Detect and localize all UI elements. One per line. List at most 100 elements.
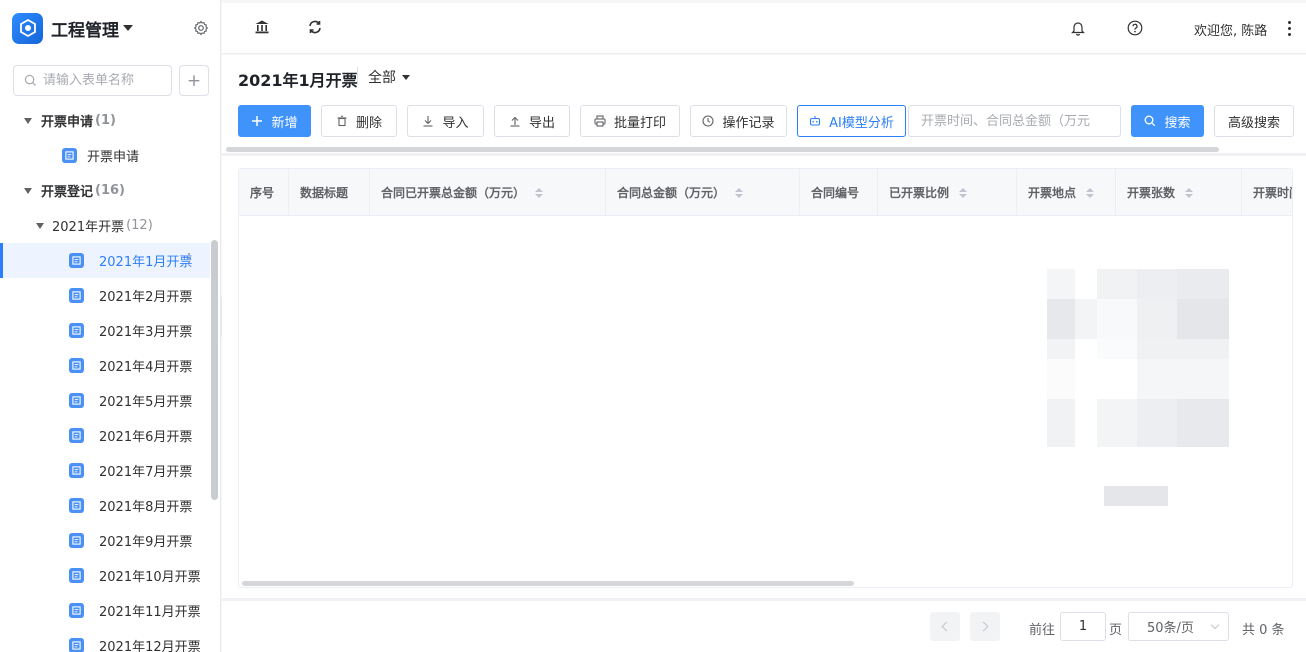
bank-icon[interactable] [254, 19, 270, 35]
tree-group-register[interactable]: 开票登记 (16) [0, 173, 210, 208]
sidebar-item-month[interactable]: 2021年5月开票 [0, 383, 210, 418]
operation-log-button[interactable]: 操作记录 [690, 105, 787, 137]
plus-icon [252, 116, 263, 126]
form-search [13, 65, 172, 96]
tree-subgroup-2021[interactable]: 2021年开票 (12) [0, 208, 210, 243]
column-label: 开票时间 [1253, 186, 1292, 200]
ai-analysis-button[interactable]: AI模型分析 [797, 105, 906, 137]
sort-icon[interactable] [1086, 187, 1095, 198]
view-select[interactable]: 全部 [368, 67, 410, 87]
sidebar-item-label: 2021年9月开票 [99, 535, 193, 550]
column-label: 合同已开票总金额（万元） [381, 186, 526, 200]
column-label: 开票张数 [1127, 186, 1176, 200]
sidebar-item-label: 2021年2月开票 [99, 290, 193, 305]
help-icon[interactable] [1127, 20, 1143, 36]
column-label: 开票地点 [1028, 186, 1077, 200]
import-button-label: 导入 [442, 115, 469, 131]
new-button[interactable]: 新增 [238, 105, 311, 137]
sidebar-item-month[interactable]: 2021年9月开票 [0, 523, 210, 558]
sidebar-item-month[interactable]: 2021年12月开票 [0, 628, 210, 652]
delete-button[interactable]: 删除 [321, 105, 397, 137]
more-vertical-icon[interactable] [188, 253, 190, 263]
column-label: 数据标题 [300, 186, 349, 200]
column-header[interactable]: 合同已开票总金额（万元） [370, 169, 606, 216]
new-button-label: 新增 [271, 115, 298, 131]
advanced-search-button[interactable]: 高级搜索 [1214, 105, 1294, 137]
clock-icon [702, 115, 715, 127]
advanced-search-button-label: 高级搜索 [1227, 115, 1280, 131]
form-search-input[interactable] [43, 73, 163, 88]
form-icon [69, 288, 84, 303]
page-size-select[interactable]: 50条/页 [1128, 612, 1229, 641]
column-label: 已开票比例 [889, 186, 950, 200]
app-logo-icon [12, 12, 43, 44]
sidebar-item-label: 2021年10月开票 [99, 570, 201, 585]
sidebar-item-month[interactable]: 2021年8月开票 [0, 488, 210, 523]
column-label: 合同总金额（万元） [617, 186, 726, 200]
toolbar-scrollbar[interactable] [226, 147, 1219, 152]
sidebar-item-month[interactable]: 2021年3月开票 [0, 313, 210, 348]
form-icon [69, 358, 84, 373]
column-header[interactable]: 开票张数 [1116, 169, 1242, 216]
welcome-user[interactable]: 欢迎您, 陈路 [1194, 20, 1267, 39]
add-form-button[interactable]: + [179, 65, 209, 96]
page-number-input[interactable] [1060, 612, 1106, 641]
sidebar-item-month[interactable]: 2021年2月开票 [0, 278, 210, 313]
empty-state-placeholder [1104, 486, 1168, 506]
view-select-value: 全部 [368, 70, 396, 86]
export-button[interactable]: 导出 [494, 105, 570, 137]
keyword-search-input[interactable] [908, 105, 1121, 137]
search-icon [1145, 115, 1156, 127]
sidebar-item-month[interactable]: 2021年10月开票 [0, 558, 210, 593]
column-header[interactable]: 数据标题 [289, 169, 370, 216]
gear-icon[interactable] [193, 20, 209, 36]
column-header[interactable]: 合同总金额（万元） [606, 169, 800, 216]
column-header[interactable]: 开票时间 [1242, 169, 1292, 216]
sort-icon[interactable] [735, 187, 744, 198]
tree-subgroup-count: (12) [126, 218, 153, 233]
app-switcher[interactable]: 工程管理 [12, 12, 133, 44]
prev-page-button[interactable] [930, 612, 960, 641]
sidebar-item-label: 2021年3月开票 [99, 325, 193, 340]
sort-icon[interactable] [535, 187, 544, 198]
divider [222, 598, 1306, 601]
sidebar-item-label: 2021年12月开票 [99, 640, 201, 652]
sidebar-item-month[interactable]: 2021年6月开票 [0, 418, 210, 453]
sidebar-item-month[interactable]: 2021年1月开票 [0, 243, 210, 278]
tree-group-apply[interactable]: 开票申请 (1) [0, 103, 210, 138]
sidebar-item-month[interactable]: 2021年7月开票 [0, 453, 210, 488]
column-header[interactable]: 开票地点 [1017, 169, 1116, 216]
robot-icon [810, 116, 821, 126]
export-button-label: 导出 [528, 115, 555, 131]
import-button[interactable]: 导入 [407, 105, 484, 137]
bell-icon[interactable] [1070, 20, 1086, 36]
form-icon [69, 323, 84, 338]
table-scrollbar[interactable] [242, 581, 854, 586]
form-icon [69, 603, 84, 618]
form-icon [69, 568, 84, 583]
tree-group-count: (16) [95, 183, 125, 198]
column-header[interactable]: 已开票比例 [878, 169, 1017, 216]
search-icon [24, 74, 37, 87]
tree-item-apply[interactable]: 开票申请 [0, 138, 210, 173]
refresh-icon[interactable] [307, 19, 323, 35]
next-page-button[interactable] [970, 612, 1000, 641]
title-divider [357, 67, 358, 85]
sidebar-item-label: 2021年1月开票 [99, 255, 193, 270]
column-header[interactable]: 序号 [239, 169, 289, 216]
divider [222, 153, 1306, 156]
caret-down-icon [402, 74, 410, 80]
more-vertical-icon[interactable] [1288, 21, 1291, 36]
sidebar-scrollbar[interactable] [211, 240, 218, 500]
sort-icon[interactable] [1185, 187, 1194, 198]
batch-print-button[interactable]: 批量打印 [580, 105, 680, 137]
search-button[interactable]: 搜索 [1131, 105, 1204, 137]
sidebar-item-label: 2021年11月开票 [99, 605, 201, 620]
sidebar-item-month[interactable]: 2021年11月开票 [0, 593, 210, 628]
column-header[interactable]: 合同编号 [800, 169, 878, 216]
form-icon [69, 393, 84, 408]
data-table: 序号 数据标题 合同已开票总金额（万元） 合同总金额（万元） 合同编号 已开票比… [238, 168, 1293, 588]
caret-down-icon [24, 117, 32, 124]
sidebar-item-month[interactable]: 2021年4月开票 [0, 348, 210, 383]
sort-icon[interactable] [959, 187, 968, 198]
